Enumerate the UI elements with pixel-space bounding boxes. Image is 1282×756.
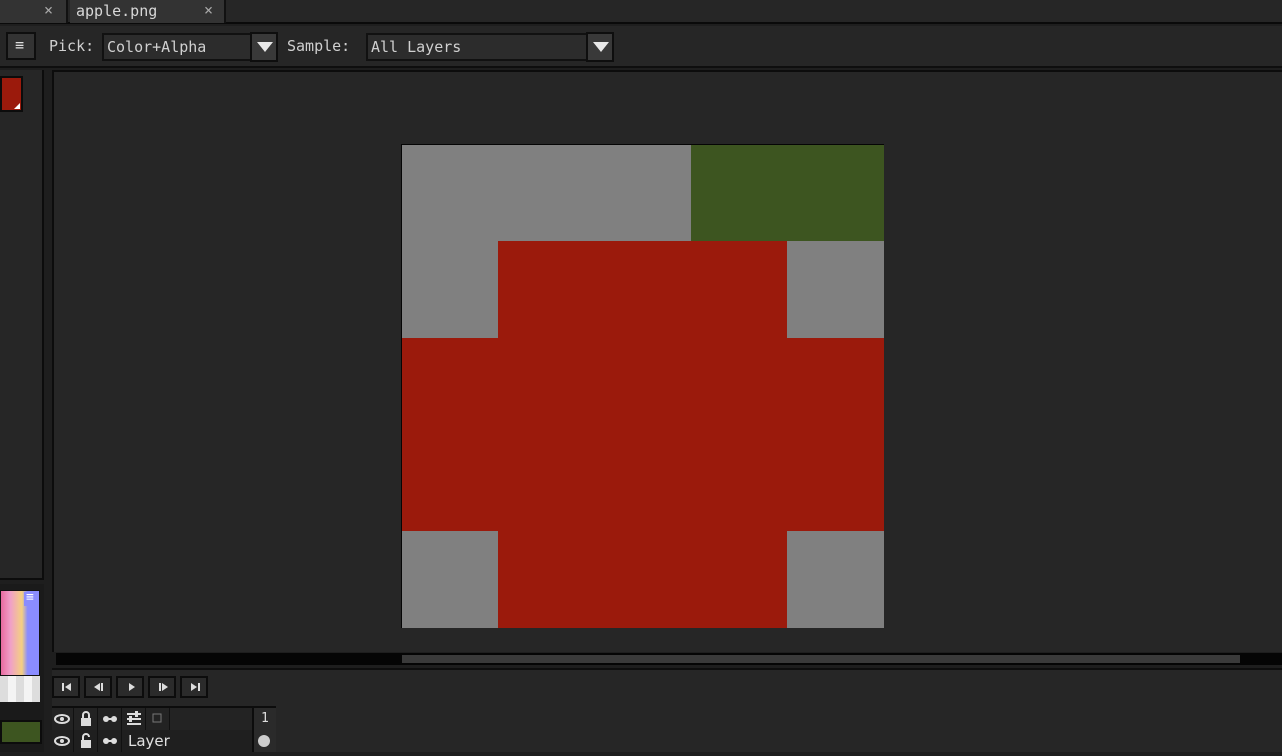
sprite-pixel[interactable] [594,145,692,242]
sprite-pixel[interactable] [594,434,692,532]
sprite-pixel[interactable] [498,434,596,532]
sprite-pixel[interactable] [594,241,692,339]
lock-icon [81,711,91,726]
secondary-color-swatch[interactable] [0,720,42,744]
layer-options-header[interactable] [124,708,146,730]
sample-select[interactable]: All Layers [366,33,588,61]
continuous-header[interactable] [100,708,122,730]
square-icon [152,713,162,723]
last-frame-icon [191,683,200,691]
sprite-pixel[interactable] [498,145,596,242]
sprite-pixel[interactable] [690,434,788,532]
sprite-pixel[interactable] [402,241,499,339]
layer-row[interactable]: Layer [52,730,276,752]
pick-label: Pick: [49,37,95,55]
sprite-pixel[interactable] [690,145,788,242]
sprite-pixel[interactable] [594,530,692,628]
menu-button[interactable]: ≡ [6,32,36,60]
chevron-down-icon [593,42,609,52]
color-wheel-menu-button[interactable]: ≡ [24,590,38,606]
color-wheel-panel: ≡ [0,584,44,752]
tool-options-bar: ≡ Pick: Color+Alpha Sample: All Layers [0,26,1282,68]
scrollbar-thumb[interactable] [402,655,1240,663]
tab-bar: × apple.png × [0,0,1282,24]
last-frame-button[interactable] [180,676,208,698]
sprite-pixel[interactable] [402,337,499,435]
play-button[interactable] [116,676,144,698]
next-frame-button[interactable] [148,676,176,698]
sprite-canvas[interactable] [401,144,884,628]
tab-apple-png[interactable]: apple.png × [70,0,226,23]
sprite-pixel[interactable] [786,337,884,435]
sprite-pixel[interactable] [690,241,788,339]
sprite-pixel[interactable] [498,337,596,435]
previous-frame-button[interactable] [84,676,112,698]
layer-header: 1 [52,706,276,730]
sprite-pixel[interactable] [594,337,692,435]
first-frame-icon [62,683,71,691]
menu-icon: ≡ [15,36,25,54]
pick-select[interactable]: Color+Alpha [102,33,252,61]
cel[interactable] [252,730,276,752]
sprite-pixel[interactable] [498,241,596,339]
sample-label: Sample: [287,37,351,55]
close-tab-icon[interactable]: × [204,1,213,19]
close-tab-icon[interactable]: × [44,1,53,19]
sprite-pixel[interactable] [402,145,499,242]
empty-header[interactable] [148,708,170,730]
primary-color-swatch[interactable] [0,76,23,112]
next-frame-icon [159,683,168,691]
sliders-icon [127,711,141,725]
chevron-down-icon [257,42,273,52]
sample-dropdown-button[interactable] [586,32,614,62]
sprite-pixel[interactable] [786,530,884,628]
sprite-pixel[interactable] [786,241,884,339]
pick-dropdown-button[interactable] [250,32,278,62]
sprite-pixel[interactable] [690,530,788,628]
sprite-pixel[interactable] [786,434,884,532]
link-cels-icon [103,738,117,744]
play-icon [129,683,135,691]
layer-visibility-toggle[interactable] [52,730,74,752]
alpha-ramp[interactable] [0,676,40,702]
tab-label: apple.png [76,2,158,20]
eye-icon [54,736,70,746]
lock-header[interactable] [76,708,98,730]
eye-icon [54,714,70,724]
sprite-pixel[interactable] [402,530,499,628]
visibility-header[interactable] [52,708,74,730]
layer-continuous-toggle[interactable] [100,730,122,752]
layer-name[interactable]: Layer [128,732,170,750]
pick-select-value: Color+Alpha [107,38,207,56]
prev-frame-icon [94,683,103,691]
link-cels-icon [103,716,117,722]
menu-icon: ≡ [26,590,34,605]
sprite-pixel[interactable] [786,145,884,242]
frame-header[interactable]: 1 [252,708,276,730]
sprite-pixel[interactable] [690,337,788,435]
tab-previous[interactable]: × [0,0,68,23]
first-frame-button[interactable] [52,676,80,698]
layer-lock-toggle[interactable] [76,730,98,752]
frame-number: 1 [261,711,269,726]
unlock-icon [81,733,91,748]
sprite-pixel[interactable] [498,530,596,628]
cel-dot-icon [258,735,270,747]
sprite-pixel[interactable] [402,434,499,532]
color-bar-panel [0,70,44,580]
corner-marker-icon [14,103,20,109]
sample-select-value: All Layers [371,38,462,56]
